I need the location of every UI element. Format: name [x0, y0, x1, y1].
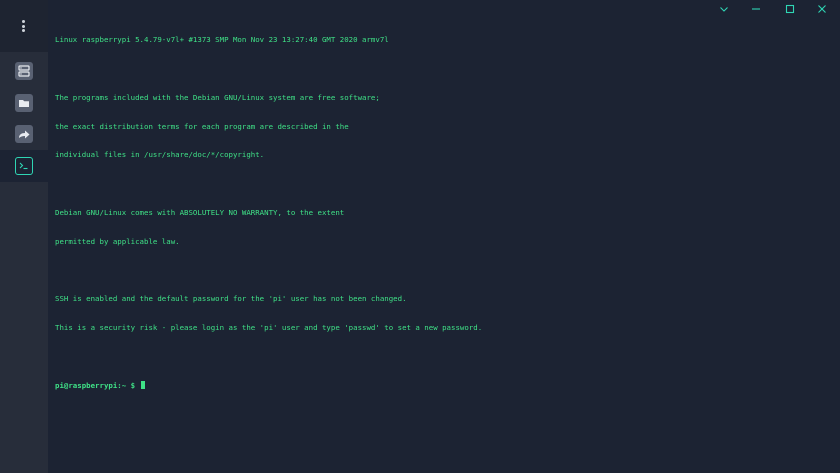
ssh-client-window: Linux raspberrypi 5.4.79-v7l+ #1373 SMP …: [0, 0, 840, 473]
terminal-line: Debian GNU/Linux comes with ABSOLUTELY N…: [55, 207, 345, 217]
maximize-button[interactable]: [783, 2, 797, 16]
sidebar-item-port-forwarding[interactable]: [15, 125, 33, 143]
close-icon: [818, 5, 826, 13]
terminal-line: individual files in /usr/share/doc/*/cop…: [55, 150, 265, 160]
close-button[interactable]: [815, 2, 829, 16]
sidebar-item-hosts[interactable]: [15, 62, 33, 80]
more-vertical-icon[interactable]: [17, 18, 31, 34]
terminal-line: This is a security risk - please login a…: [55, 323, 483, 332]
maximize-icon: [785, 4, 795, 14]
terminal-line: permitted by applicable law.: [55, 236, 180, 246]
minus-icon: [752, 8, 760, 10]
terminal-prompt-line[interactable]: pi@raspberrypi:~ $: [55, 380, 815, 391]
minimize-icon: [720, 7, 728, 12]
terminal-line: The programs included with the Debian GN…: [55, 92, 380, 102]
terminal-icon: [19, 162, 28, 170]
sidebar-item-files[interactable]: [15, 94, 33, 112]
terminal-line: Linux raspberrypi 5.4.79-v7l+ #1373 SMP …: [55, 35, 389, 45]
minimize-window-button[interactable]: [749, 2, 763, 16]
sidebar-item-terminal[interactable]: [15, 157, 33, 175]
forward-icon: [19, 130, 30, 139]
shell-prompt: pi@raspberrypi:~ $: [55, 380, 140, 390]
terminal-output[interactable]: Linux raspberrypi 5.4.79-v7l+ #1373 SMP …: [55, 16, 815, 409]
server-icon: [18, 65, 30, 77]
terminal-cursor: [140, 380, 145, 389]
terminal-line: the exact distribution terms for each pr…: [55, 121, 349, 131]
minimize-button[interactable]: [717, 2, 731, 16]
sidebar: [0, 0, 48, 473]
folder-icon: [19, 100, 29, 107]
terminal-line: SSH is enabled and the default password …: [55, 294, 407, 304]
